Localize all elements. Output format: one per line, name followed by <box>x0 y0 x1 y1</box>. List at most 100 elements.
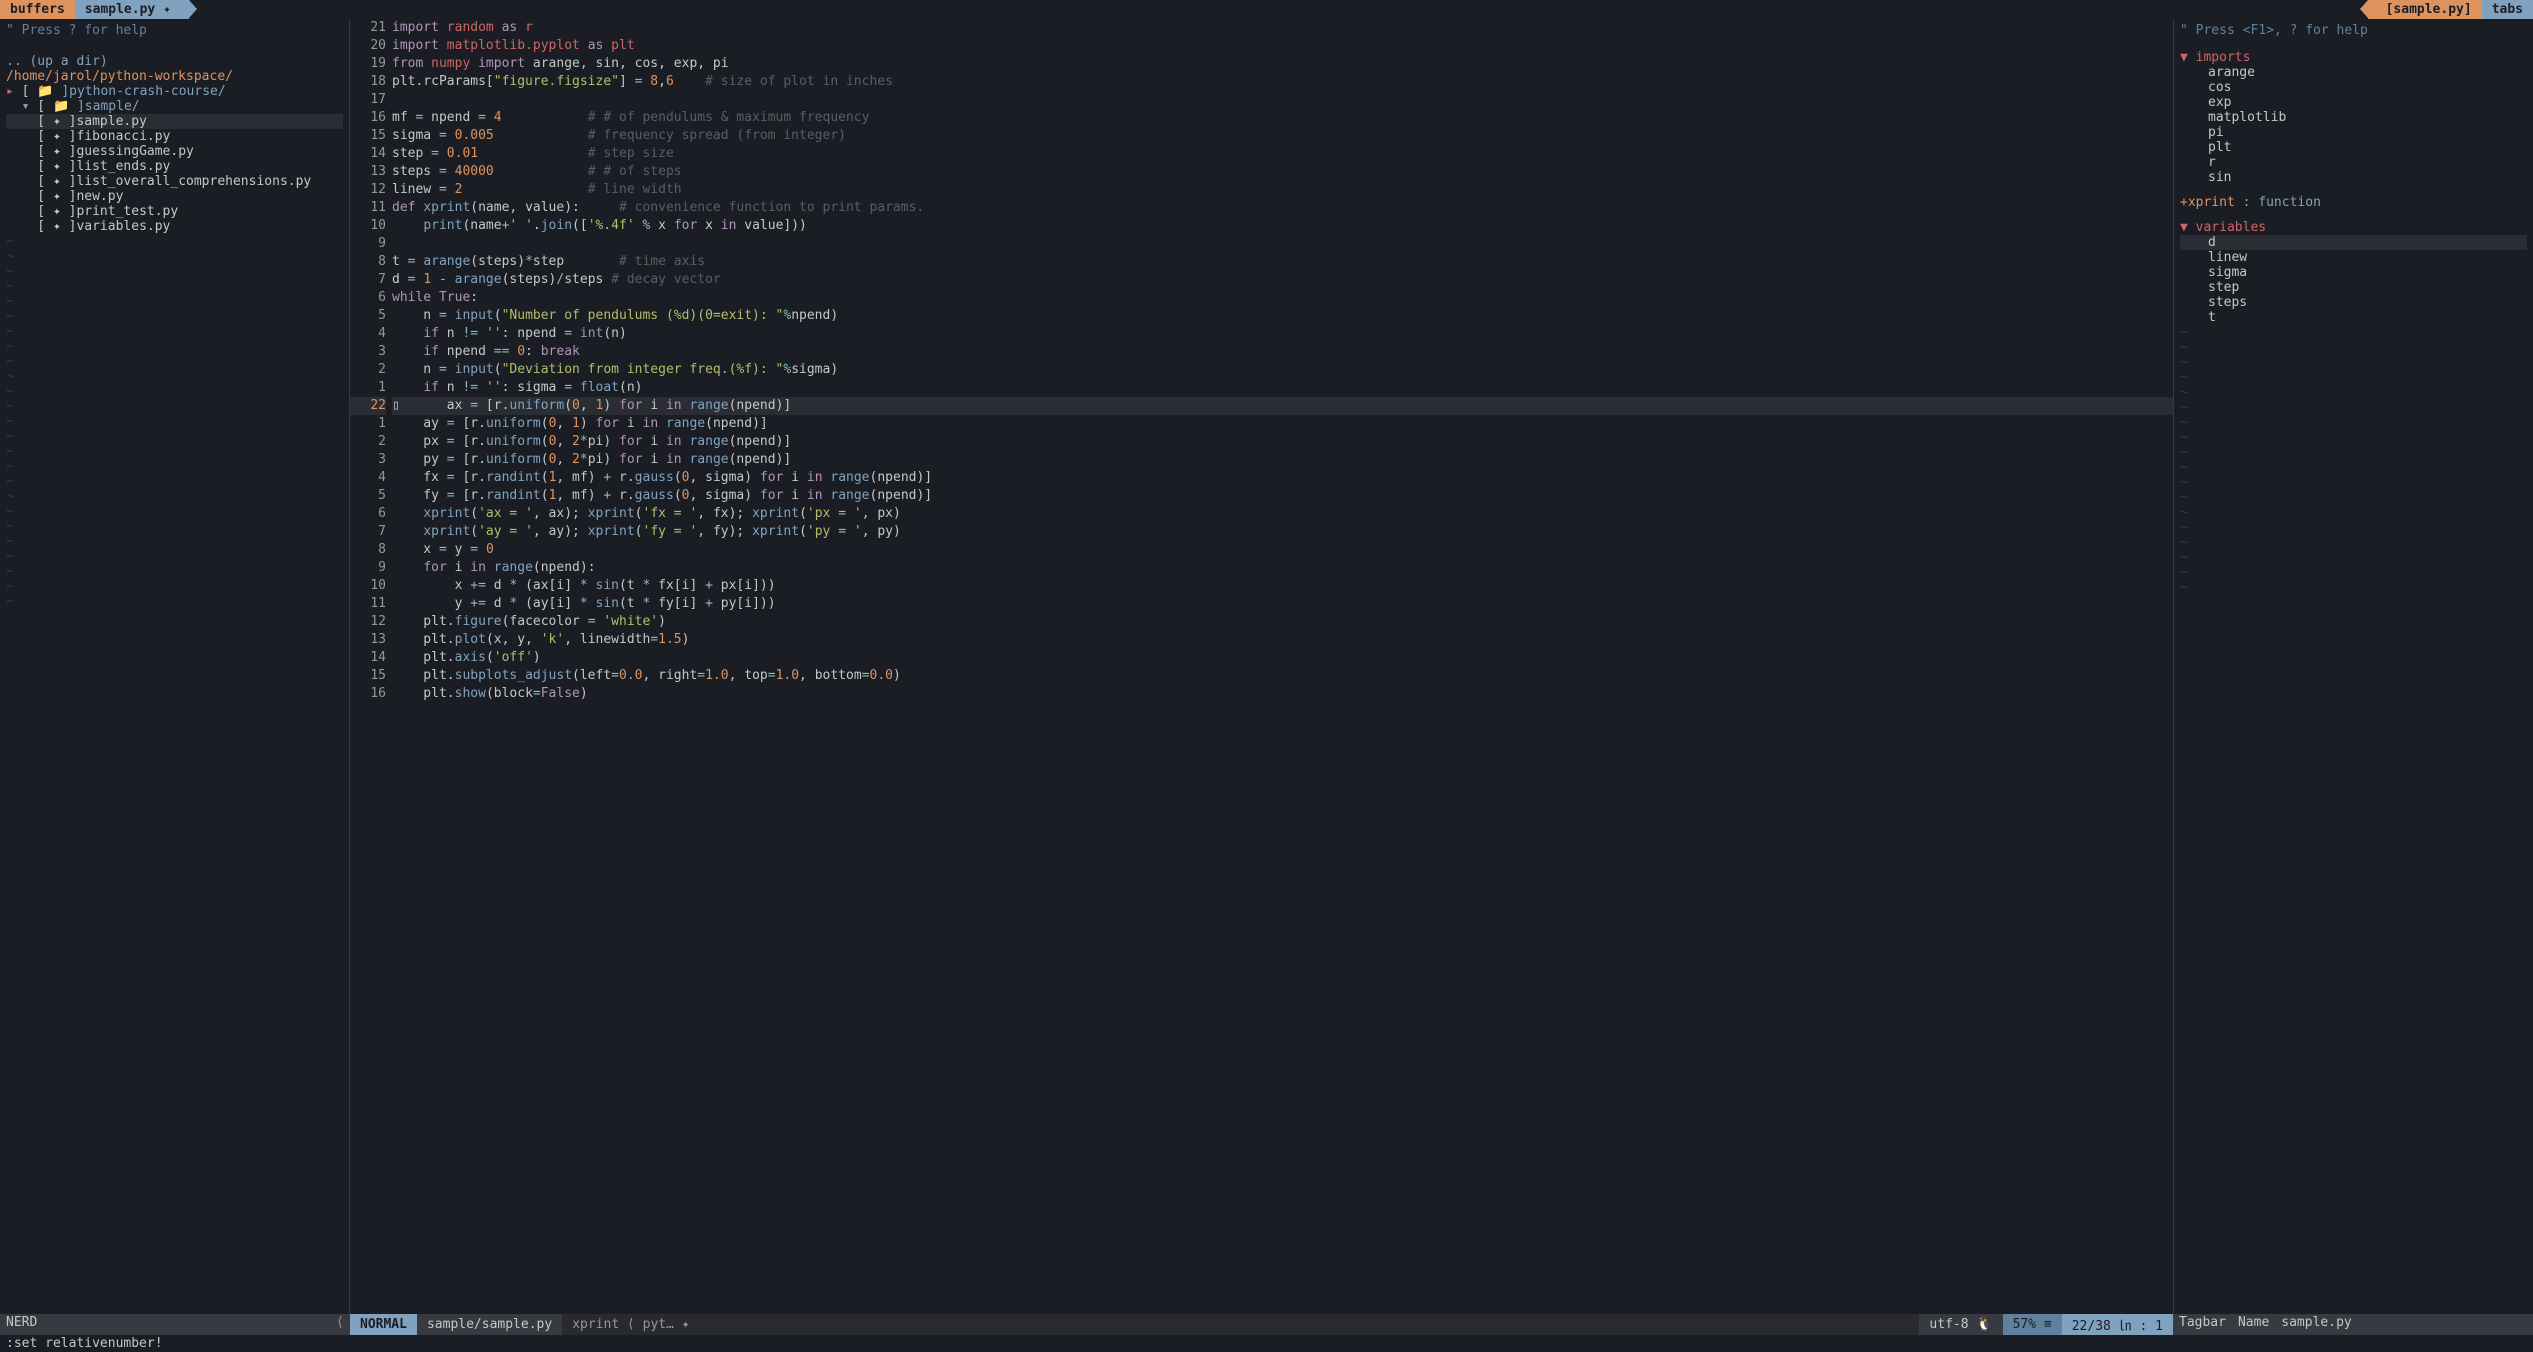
tagbar-panel[interactable]: " Press <F1>, ? for help ▼ importsarange… <box>2173 19 2533 1314</box>
line-number: 6 <box>350 505 386 523</box>
code-line-21[interactable]: ▯ ax = [r.uniform(0, 1) for i in range(n… <box>392 397 2173 415</box>
tagbar-item-sigma[interactable]: sigma <box>2180 265 2527 280</box>
tilde-line: ~ <box>2180 550 2527 565</box>
tagbar-item-exp[interactable]: exp <box>2180 95 2527 110</box>
tagbar-function[interactable]: +xprint : function <box>2180 195 2527 210</box>
code-line-13[interactable]: t = arange(steps)*step # time axis <box>392 253 2173 271</box>
code-line-22[interactable]: ay = [r.uniform(0, 1) for i in range(npe… <box>392 415 2173 433</box>
code-line-4[interactable] <box>392 91 2173 109</box>
buffers-tab[interactable]: buffers <box>0 0 75 19</box>
tilde-line: ~ <box>6 264 343 279</box>
tilde-line: ~ <box>2180 340 2527 355</box>
tagbar-sort-label: Name <box>2238 1315 2269 1334</box>
tagbar-item-matplotlib[interactable]: matplotlib <box>2180 110 2527 125</box>
code-line-14[interactable]: d = 1 - arange(steps)/steps # decay vect… <box>392 271 2173 289</box>
code-line-10[interactable]: def xprint(name, value): # convenience f… <box>392 199 2173 217</box>
line-number: 7 <box>350 523 386 541</box>
tagbar-item-sin[interactable]: sin <box>2180 170 2527 185</box>
code-line-37[interactable]: plt.show(block=False) <box>392 685 2173 703</box>
tagbar-item-cos[interactable]: cos <box>2180 80 2527 95</box>
vim-cmdline[interactable]: :set relativenumber! <box>0 1335 2533 1352</box>
tagbar-item-r[interactable]: r <box>2180 155 2527 170</box>
code-line-8[interactable]: steps = 40000 # # of steps <box>392 163 2173 181</box>
tabs-label[interactable]: tabs <box>2482 0 2533 19</box>
tilde-line: ~ <box>2180 505 2527 520</box>
code-line-28[interactable]: xprint('ay = ', ay); xprint('fy = ', fy)… <box>392 523 2173 541</box>
code-line-12[interactable] <box>392 235 2173 253</box>
tree-file-3[interactable]: [ ✦ ]list_ends.py <box>6 159 343 174</box>
tree-file-5[interactable]: [ ✦ ]new.py <box>6 189 343 204</box>
code-line-9[interactable]: linew = 2 # line width <box>392 181 2173 199</box>
tree-file-6[interactable]: [ ✦ ]print_test.py <box>6 204 343 219</box>
tilde-line: ~ <box>6 579 343 594</box>
code-line-18[interactable]: if npend == 0: break <box>392 343 2173 361</box>
tilde-line: ~ <box>6 444 343 459</box>
code-line-6[interactable]: sigma = 0.005 # frequency spread (from i… <box>392 127 2173 145</box>
line-number: 11 <box>350 199 386 217</box>
tilde-line: ~ <box>2180 325 2527 340</box>
line-number: 10 <box>350 577 386 595</box>
code-line-19[interactable]: n = input("Deviation from integer freq.(… <box>392 361 2173 379</box>
code-line-31[interactable]: x += d * (ax[i] * sin(t * fx[i] + px[i])… <box>392 577 2173 595</box>
nerdtree-panel[interactable]: " Press ? for help .. (up a dir) /home/j… <box>0 19 350 1314</box>
code-line-5[interactable]: mf = npend = 4 # # of pendulums & maximu… <box>392 109 2173 127</box>
code-line-11[interactable]: print(name+' '.join(['%.4f' % x for x in… <box>392 217 2173 235</box>
tree-file-4[interactable]: [ ✦ ]list_overall_comprehensions.py <box>6 174 343 189</box>
code-line-33[interactable]: plt.figure(facecolor = 'white') <box>392 613 2173 631</box>
code-line-7[interactable]: step = 0.01 # step size <box>392 145 2173 163</box>
code-line-0[interactable]: import random as r <box>392 19 2173 37</box>
tilde-line: ~ <box>2180 370 2527 385</box>
code-line-32[interactable]: y += d * (ay[i] * sin(t * fy[i] + py[i])… <box>392 595 2173 613</box>
line-number: 8 <box>350 253 386 271</box>
tree-file-7[interactable]: [ ✦ ]variables.py <box>6 219 343 234</box>
tagbar-item-t[interactable]: t <box>2180 310 2527 325</box>
tagbar-item-pi[interactable]: pi <box>2180 125 2527 140</box>
tagbar-item-step[interactable]: step <box>2180 280 2527 295</box>
line-number: 14 <box>350 649 386 667</box>
code-line-23[interactable]: px = [r.uniform(0, 2*pi) for i in range(… <box>392 433 2173 451</box>
code-line-30[interactable]: for i in range(npend): <box>392 559 2173 577</box>
tagbar-item-d[interactable]: d <box>2180 235 2527 250</box>
tree-file-2[interactable]: [ ✦ ]guessingGame.py <box>6 144 343 159</box>
tagbar-item-linew[interactable]: linew <box>2180 250 2527 265</box>
tilde-line: ~ <box>2180 535 2527 550</box>
tagbar-file-label: sample.py <box>2281 1315 2351 1334</box>
code-line-35[interactable]: plt.axis('off') <box>392 649 2173 667</box>
tilde-line: ~ <box>6 384 343 399</box>
tilde-line: ~ <box>6 249 343 264</box>
tagbar-item-plt[interactable]: plt <box>2180 140 2527 155</box>
tab-item-sample[interactable]: [sample.py] <box>2368 0 2482 19</box>
line-number: 16 <box>350 685 386 703</box>
code-line-17[interactable]: if n != '': npend = int(n) <box>392 325 2173 343</box>
code-line-1[interactable]: import matplotlib.pyplot as plt <box>392 37 2173 55</box>
code-editor[interactable]: 2120191817161514131211109876543212212345… <box>350 19 2173 1314</box>
code-line-24[interactable]: py = [r.uniform(0, 2*pi) for i in range(… <box>392 451 2173 469</box>
tilde-line: ~ <box>2180 565 2527 580</box>
line-number: 9 <box>350 235 386 253</box>
tilde-line: ~ <box>6 429 343 444</box>
tree-folder-1[interactable]: ▾ [ 📁 ]sample/ <box>6 99 343 114</box>
nerdtree-up-dir[interactable]: .. (up a dir) <box>6 54 343 69</box>
code-line-15[interactable]: while True: <box>392 289 2173 307</box>
code-line-34[interactable]: plt.plot(x, y, 'k', linewidth=1.5) <box>392 631 2173 649</box>
code-line-2[interactable]: from numpy import arange, sin, cos, exp,… <box>392 55 2173 73</box>
tilde-line: ~ <box>2180 355 2527 370</box>
buffer-tab-sample[interactable]: sample.py ✦ <box>75 0 189 19</box>
code-line-36[interactable]: plt.subplots_adjust(left=0.0, right=1.0,… <box>392 667 2173 685</box>
code-line-29[interactable]: x = y = 0 <box>392 541 2173 559</box>
code-line-16[interactable]: n = input("Number of pendulums (%d)(0=ex… <box>392 307 2173 325</box>
code-line-20[interactable]: if n != '': sigma = float(n) <box>392 379 2173 397</box>
code-line-27[interactable]: xprint('ax = ', ax); xprint('fx = ', fx)… <box>392 505 2173 523</box>
code-line-25[interactable]: fx = [r.randint(1, mf) + r.gauss(0, sigm… <box>392 469 2173 487</box>
line-number: 9 <box>350 559 386 577</box>
tree-folder-0[interactable]: ▸ [ 📁 ]python-crash-course/ <box>6 84 343 99</box>
tagbar-item-steps[interactable]: steps <box>2180 295 2527 310</box>
tree-file-0[interactable]: [ ✦ ]sample.py <box>6 114 343 129</box>
tagbar-section-imports[interactable]: ▼ imports <box>2180 50 2527 65</box>
tagbar-section-variables[interactable]: ▼ variables <box>2180 220 2527 235</box>
code-line-26[interactable]: fy = [r.randint(1, mf) + r.gauss(0, sigm… <box>392 487 2173 505</box>
tagbar-item-arange[interactable]: arange <box>2180 65 2527 80</box>
code-line-3[interactable]: plt.rcParams["figure.figsize"] = 8,6 # s… <box>392 73 2173 91</box>
line-number: 5 <box>350 307 386 325</box>
tree-file-1[interactable]: [ ✦ ]fibonacci.py <box>6 129 343 144</box>
